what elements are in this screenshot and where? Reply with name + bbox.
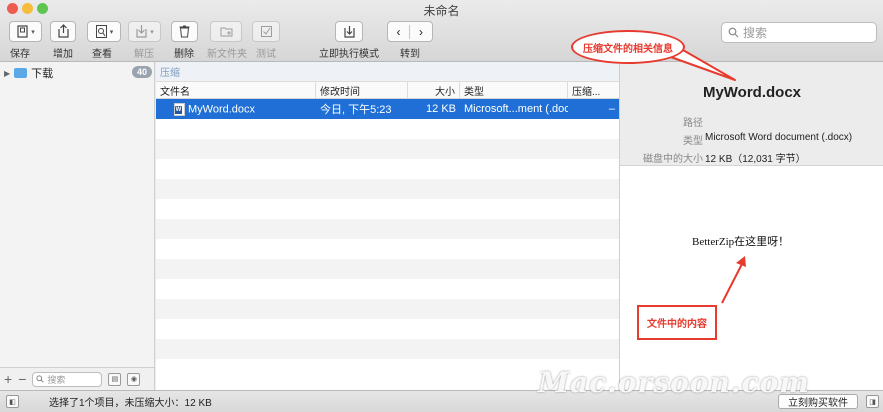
toggle-info-icon[interactable]: ◨ [866,395,879,408]
content-note-box: 文件中的内容 [637,305,717,340]
empty-row [156,139,619,159]
sidebar-item-label: 下载 [31,68,54,80]
type-value: Microsoft Word document (.docx) [705,132,853,143]
column-headers: 文件名 修改时间 大小 类型 压缩... [156,82,619,99]
file-type: Microsoft...ment (.docx) [464,103,568,115]
path-crumb[interactable]: 压缩 [160,64,180,79]
navigation-group: ‹ › [387,21,433,42]
info-title: MyWord.docx [702,84,802,101]
file-icon[interactable]: ▤ [108,372,122,386]
file-list: 压缩 文件名 修改时间 大小 类型 压缩... MyWord.docx 今日, … [156,62,619,390]
sidebar-footer: + − 搜索 ▤ ◉ [0,367,155,390]
new-folder-button[interactable] [210,21,242,42]
disk-size-value: 12 KB（12,031 字节） [705,154,806,165]
magnifier-icon [95,25,107,38]
chevron-down-icon: ▾ [31,28,35,36]
new-folder-label: 新文件夹 [207,49,247,60]
empty-row [156,239,619,259]
item-count-badge: 40 [131,66,152,78]
preview-text: BetterZip在这里呀！ [692,236,790,248]
back-icon[interactable]: ‹ [388,24,410,39]
search-icon [36,375,45,383]
add-label: 增加 [53,49,73,60]
path-bar: 压缩 [156,62,619,82]
extract-button[interactable]: ▾ [128,21,161,42]
save-button[interactable]: ▾ [9,21,42,42]
file-compression: – [608,103,615,115]
window-title: 未命名 [423,4,460,18]
watermark: Mac.orsoon.com [538,366,810,399]
disk-size-label: 磁盘中的大小 [643,154,703,165]
disclosure-triangle-icon[interactable]: ▶ [4,69,10,78]
type-row: 类型 Microsoft Word document (.docx) [620,132,883,147]
sidebar-search-placeholder: 搜索 [47,374,66,385]
goto-label: 转到 [400,49,420,60]
add-button[interactable] [50,21,76,42]
type-label: 类型 [683,136,703,147]
path-row: 路径 [620,114,883,129]
run-now-label: 立即执行模式 [319,49,379,60]
new-folder-icon [220,27,232,37]
sidebar-item-downloads[interactable]: ▶ 下载 40 [0,65,155,81]
column-compressed[interactable]: 压缩... [568,82,619,98]
save-label: 保存 [10,49,30,60]
file-size: 12 KB [426,103,456,115]
empty-row [156,199,619,219]
forward-icon[interactable]: › [410,25,432,39]
column-type[interactable]: 类型 [460,82,568,98]
view-button[interactable]: ▾ [87,21,121,42]
empty-row [156,319,619,339]
checkbox-icon [260,26,272,37]
empty-row [156,299,619,319]
chevron-down-icon: ▾ [150,28,154,36]
column-date[interactable]: 修改时间 [316,82,408,98]
chevron-down-icon: ▾ [109,28,114,36]
search-icon [728,27,739,38]
file-date: 今日, 下午5:23 [320,104,392,116]
file-name-cell: MyWord.docx [156,102,316,116]
search-placeholder: 搜索 [743,26,768,40]
archive-icon [17,25,28,38]
search-field[interactable]: 搜索 [721,22,877,43]
empty-row [156,179,619,199]
status-text: 选择了1个项目，未压缩大小：12 KB [49,398,212,409]
disk-size-row: 磁盘中的大小 12 KB（12,031 字节） [620,150,883,165]
empty-row [156,259,619,279]
view-label: 查看 [92,49,112,60]
empty-row [156,119,619,139]
test-label: 测试 [256,49,276,60]
empty-row [156,219,619,239]
add-icon[interactable]: + [4,371,12,387]
empty-row [156,339,619,359]
preview-icon[interactable]: ◉ [127,372,141,386]
trash-icon [179,25,190,38]
toggle-sidebar-icon[interactable]: ◧ [6,395,19,408]
file-rows: MyWord.docx 今日, 下午5:23 12 KB Microsoft..… [156,99,619,379]
sidebar: ▶ 下载 40 [0,62,155,367]
empty-row [156,159,619,179]
info-callout: 压缩文件的相关信息 [571,30,685,64]
path-label: 路径 [683,118,703,129]
download-arrow-icon [343,26,355,38]
remove-icon[interactable]: − [18,371,26,387]
word-document-icon [174,102,185,116]
empty-row [156,279,619,299]
table-row[interactable]: MyWord.docx 今日, 下午5:23 12 KB Microsoft..… [156,99,619,119]
file-name: MyWord.docx [188,102,256,115]
extract-label: 解压 [134,49,154,60]
delete-label: 删除 [174,49,194,60]
add-file-icon [57,24,69,38]
sidebar-search-input[interactable]: 搜索 [32,371,103,387]
column-size[interactable]: 大小 [408,82,460,98]
delete-button[interactable] [171,21,198,42]
file-info-header: MyWord.docx 路径 类型 Microsoft Word documen… [620,62,883,166]
test-button[interactable] [252,21,280,42]
column-name[interactable]: 文件名 [156,82,316,98]
run-now-button[interactable] [335,21,363,42]
info-pane: MyWord.docx 路径 类型 Microsoft Word documen… [619,62,883,390]
folder-icon [14,68,28,78]
toolbar: 未命名 ▾ 保存 增加 ▾ 查看 ▾ 解压 删除 新文件夹 测试 立即执行模式 … [0,0,883,62]
extract-icon [136,25,147,38]
